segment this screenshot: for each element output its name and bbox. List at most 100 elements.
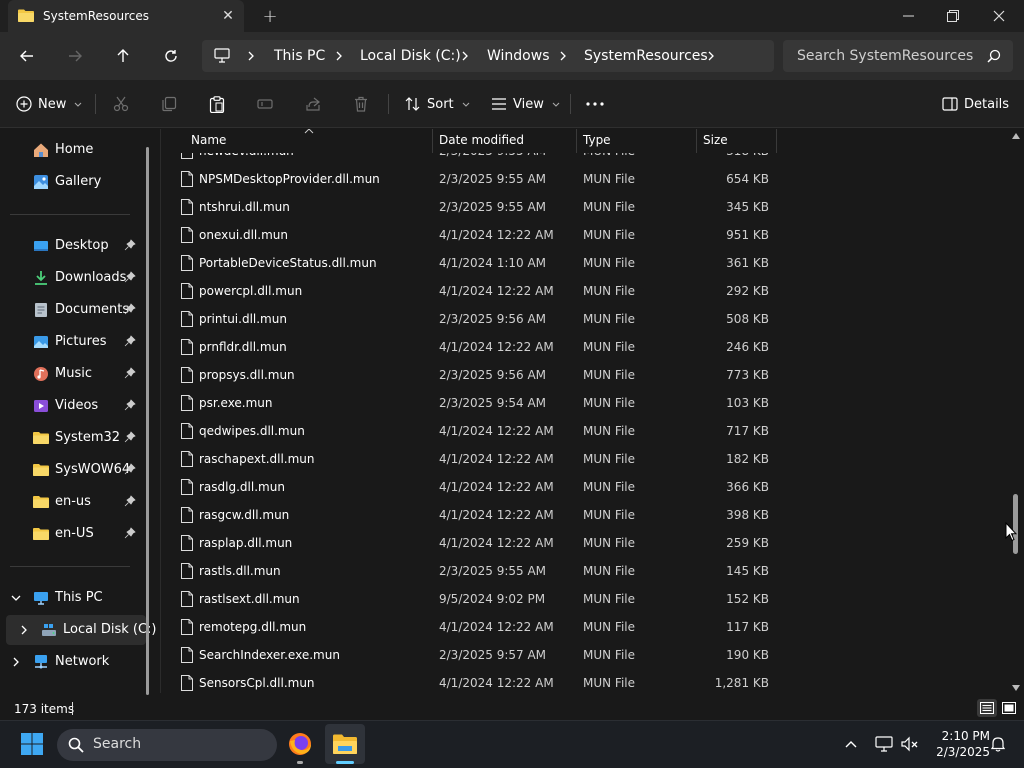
copy-button[interactable] [161, 89, 177, 119]
taskbar-firefox[interactable] [280, 724, 320, 764]
search-input[interactable]: Search SystemResources [797, 48, 973, 64]
view-button[interactable]: View [491, 89, 560, 119]
sidebar-item-gallery[interactable]: Gallery [10, 167, 138, 197]
share-button[interactable] [305, 89, 321, 119]
table-row[interactable]: propsys.dll.mun 2/3/2025 9:56 AM MUN File 7… [161, 361, 781, 389]
tiles-view-button[interactable] [999, 699, 1019, 717]
file-icon [181, 675, 193, 691]
table-row[interactable]: raschapext.dll.mun 4/1/2024 12:22 AM MUN F… [161, 445, 781, 473]
pin-icon[interactable] [124, 239, 136, 251]
pin-icon[interactable] [124, 527, 136, 539]
column-divider[interactable] [576, 129, 577, 153]
paste-button[interactable] [209, 89, 225, 119]
new-button[interactable]: New [16, 89, 82, 119]
table-row[interactable]: SearchIndexer.exe.mun 2/3/2025 9:57 AM MUN… [161, 641, 781, 669]
pin-icon[interactable] [124, 495, 136, 507]
scroll-up-arrow-icon[interactable] [1011, 132, 1021, 140]
table-row[interactable]: NPSMDesktopProvider.dll.mun 2/3/2025 9:55… [161, 165, 781, 193]
table-row[interactable]: qedwipes.dll.mun 4/1/2024 12:22 AM MUN Fil… [161, 417, 781, 445]
table-row[interactable]: rasdlg.dll.mun 4/1/2024 12:22 AM MUN File 3… [161, 473, 781, 501]
breadcrumb-local-disk[interactable]: Local Disk (C:) [360, 48, 461, 64]
table-row[interactable]: SensorsCpl.dll.mun 4/1/2024 12:22 AM MUN F… [161, 669, 781, 693]
sidebar-item-desktop[interactable]: Desktop [10, 231, 138, 261]
table-row[interactable]: prnfldr.dll.mun 4/1/2024 12:22 AM MUN File… [161, 333, 781, 361]
sidebar-item-music[interactable]: Music [10, 359, 138, 389]
more-options-button[interactable] [586, 89, 604, 119]
table-row[interactable]: psr.exe.mun 2/3/2025 9:54 AM MUN File 103 K… [161, 389, 781, 417]
table-row[interactable]: powercpl.dll.mun 4/1/2024 12:22 AM MUN Fil… [161, 277, 781, 305]
table-row[interactable]: rasplap.dll.mun 4/1/2024 12:22 AM MUN File… [161, 529, 781, 557]
sidebar-item-documents[interactable]: Documents [10, 295, 138, 325]
table-row[interactable]: printui.dll.mun 2/3/2025 9:56 AM MUN File 5… [161, 305, 781, 333]
column-divider[interactable] [696, 129, 697, 153]
pin-icon[interactable] [124, 303, 136, 315]
taskbar-file-explorer[interactable] [325, 724, 365, 764]
sidebar-item-local-disk[interactable]: Local Disk (C:) [18, 615, 156, 645]
file-date: 4/1/2024 12:22 AM [439, 676, 554, 690]
pin-icon[interactable] [124, 367, 136, 379]
file-size: 773 KB [726, 368, 769, 382]
rename-button[interactable] [257, 89, 273, 119]
drive-icon [42, 624, 56, 636]
sidebar-item-pictures[interactable]: Pictures [10, 327, 138, 357]
sidebar-item-videos[interactable]: Videos [10, 391, 138, 421]
tab-close-icon[interactable]: ✕ [218, 6, 238, 26]
breadcrumb-systemresources[interactable]: SystemResources [584, 48, 708, 64]
table-row[interactable]: rastlsext.dll.mun 9/5/2024 9:02 PM MUN Fil… [161, 585, 781, 613]
cut-button[interactable] [113, 89, 129, 119]
delete-button[interactable] [353, 89, 369, 119]
details-button[interactable]: Details [942, 89, 1009, 119]
pin-icon[interactable] [124, 463, 136, 475]
breadcrumb-windows[interactable]: Windows [487, 48, 550, 64]
chevron-right-icon[interactable] [706, 48, 716, 64]
pin-icon[interactable] [124, 335, 136, 347]
scroll-down-arrow-icon[interactable] [1011, 684, 1021, 692]
file-type: MUN File [583, 508, 636, 522]
up-button[interactable] [108, 42, 138, 70]
sidebar-item-home[interactable]: Home [10, 135, 138, 165]
sidebar-item-system32[interactable]: System32 [10, 423, 138, 453]
sidebar-item-en-us[interactable]: en-us [10, 487, 138, 517]
maximize-button[interactable] [930, 0, 976, 32]
start-button[interactable] [12, 724, 52, 764]
table-row[interactable]: ntshrui.dll.mun 2/3/2025 9:55 AM MUN File 3… [161, 193, 781, 221]
pin-icon[interactable] [124, 431, 136, 443]
pin-icon[interactable] [124, 271, 136, 283]
sidebar-item-downloads[interactable]: Downloads [10, 263, 138, 293]
sidebar-item-this-pc[interactable]: This PC [10, 583, 138, 613]
column-header-date-modified[interactable]: Date modified [439, 133, 524, 147]
table-row[interactable]: rasgcw.dll.mun 4/1/2024 12:22 AM MUN File 3… [161, 501, 781, 529]
details-view-button[interactable] [977, 699, 997, 717]
system-tray-network-volume[interactable] [868, 724, 926, 764]
table-row[interactable]: remotepg.dll.mun 4/1/2024 12:22 AM MUN Fil… [161, 613, 781, 641]
column-header-size[interactable]: Size [703, 133, 728, 147]
table-row[interactable]: PortableDeviceStatus.dll.mun 4/1/2024 1:1… [161, 249, 781, 277]
column-header-name[interactable]: Name [191, 133, 226, 147]
breadcrumb-this-pc[interactable]: This PC [274, 48, 325, 64]
minimize-button[interactable] [885, 0, 931, 32]
forward-button[interactable] [60, 42, 90, 70]
sidebar-item-network[interactable]: Network [10, 647, 138, 677]
sidebar-scrollbar[interactable] [146, 147, 149, 695]
window-tab[interactable]: SystemResources ✕ [8, 0, 244, 32]
table-row[interactable]: onexui.dll.mun 4/1/2024 12:22 AM MUN File 9… [161, 221, 781, 249]
show-hidden-icons-button[interactable] [834, 724, 868, 764]
column-divider[interactable] [432, 129, 433, 153]
refresh-button[interactable] [156, 42, 186, 70]
sort-button[interactable]: Sort [405, 89, 470, 119]
column-divider[interactable] [776, 129, 777, 153]
notifications-button[interactable] [986, 724, 1010, 764]
taskbar-search-box[interactable] [57, 729, 277, 761]
table-row[interactable]: rastls.dll.mun 2/3/2025 9:55 AM MUN File 14… [161, 557, 781, 585]
chevron-down-icon [74, 102, 82, 107]
close-window-button[interactable] [976, 0, 1022, 32]
pin-icon[interactable] [124, 399, 136, 411]
taskbar-clock[interactable]: 2:10 PM 2/3/2025 [922, 728, 990, 760]
plus-icon[interactable]: + [258, 5, 282, 27]
sidebar-item-syswow64[interactable]: SysWOW64 [10, 455, 138, 485]
clipboard-icon [209, 95, 225, 113]
file-name: rasdlg.dll.mun [199, 480, 285, 494]
column-header-type[interactable]: Type [583, 133, 611, 147]
sidebar-item-en-US[interactable]: en-US [10, 519, 138, 549]
back-button[interactable] [12, 42, 42, 70]
